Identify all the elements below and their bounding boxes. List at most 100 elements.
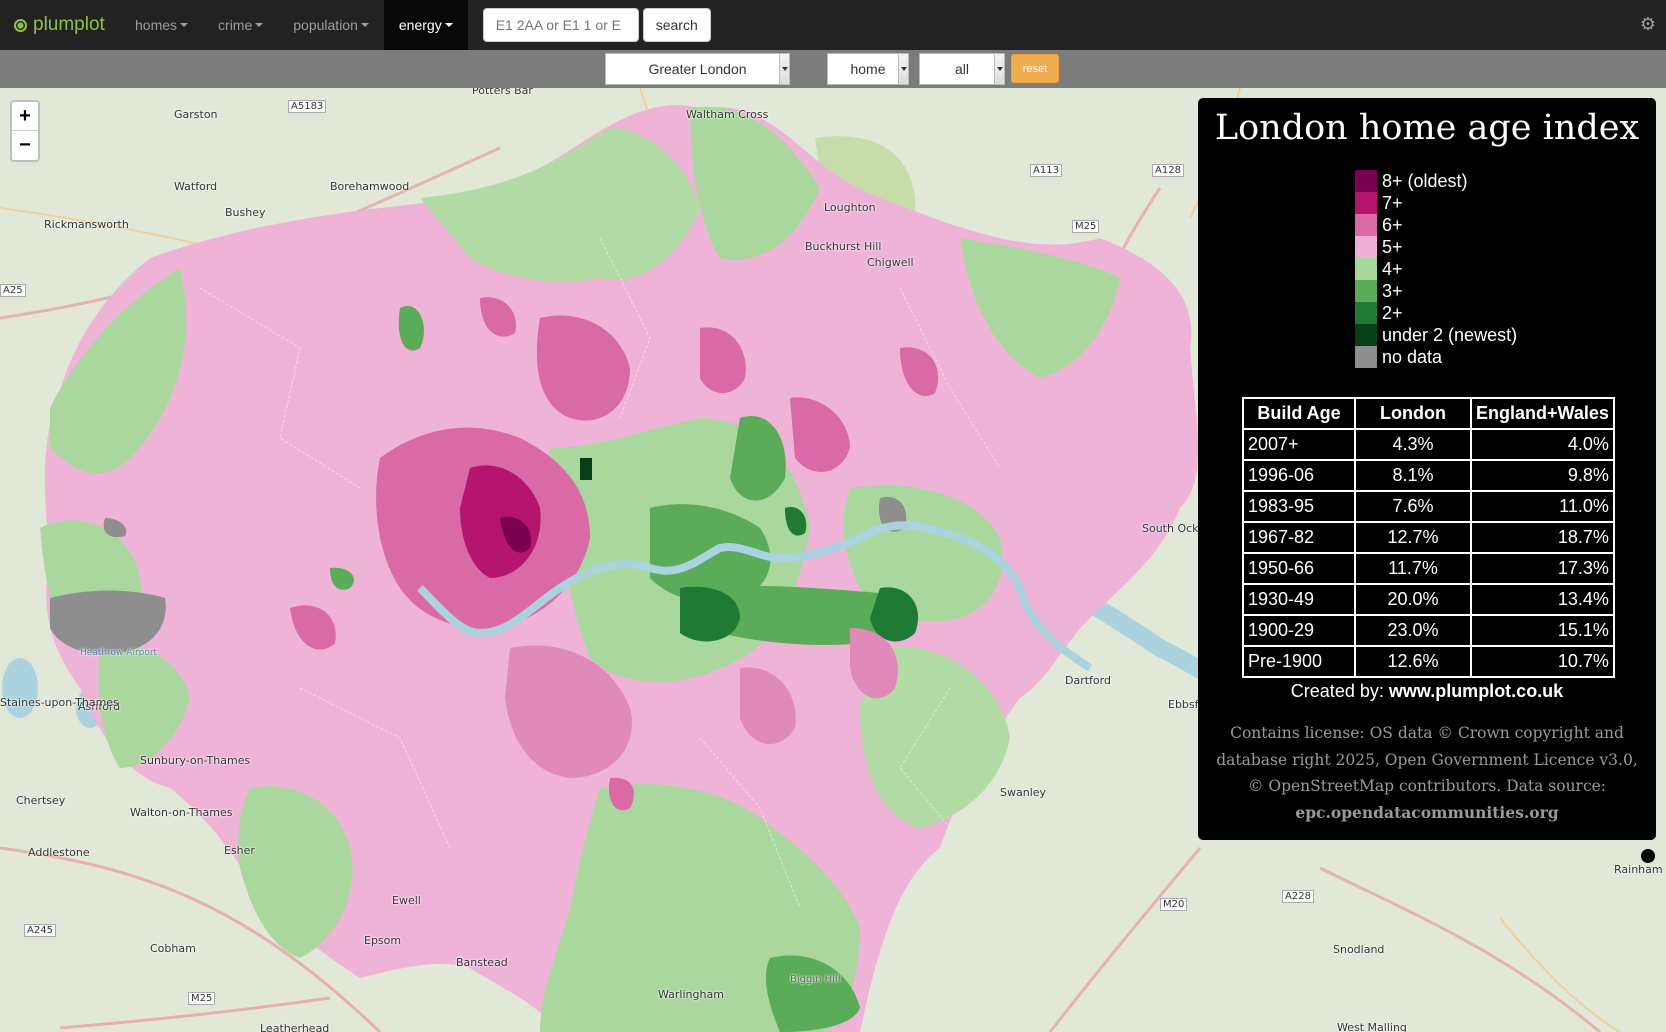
filter-select[interactable]: all	[919, 53, 1005, 85]
legend-item: 3+	[1355, 280, 1517, 302]
credit-site-link[interactable]: www.plumplot.co.uk	[1389, 681, 1563, 701]
place-label: Heathrow Airport	[80, 648, 158, 658]
table-cell: 7.6%	[1354, 490, 1472, 523]
table-row: 1950-66 11.7% 17.3%	[1242, 552, 1615, 585]
table-cell: 1900-29	[1242, 614, 1356, 647]
table-cell: 10.7%	[1470, 645, 1615, 678]
table-cell: 18.7%	[1470, 521, 1615, 554]
info-panel: London home age index 8+ (oldest) 7+ 6+ …	[1198, 98, 1656, 840]
road-label: A5183	[288, 100, 327, 113]
road-label: A128	[1152, 164, 1184, 177]
legend-swatch	[1355, 324, 1377, 346]
road-label: A25	[0, 284, 26, 297]
place-label: Banstead	[456, 956, 508, 969]
place-label: Waltham Cross	[686, 108, 769, 121]
data-source-link[interactable]: epc.opendatacommunities.org	[1295, 803, 1558, 822]
chevron-down-icon	[779, 54, 789, 84]
license-body: Contains license: OS data © Crown copyri…	[1216, 724, 1638, 795]
plum-logo-icon	[14, 18, 27, 32]
zoom-in-button[interactable]: +	[12, 102, 38, 131]
table-row: 1983-95 7.6% 11.0%	[1242, 490, 1615, 523]
legend-item: 6+	[1355, 214, 1517, 236]
build-age-table: Build Age London England+Wales 2007+ 4.3%…	[1242, 397, 1615, 678]
place-label: Loughton	[824, 201, 876, 214]
legend-label: 2+	[1382, 302, 1403, 323]
place-label: Borehamwood	[330, 180, 410, 193]
postcode-search-input[interactable]	[482, 8, 639, 42]
table-cell: 12.6%	[1354, 645, 1472, 678]
legend-item: 7+	[1355, 192, 1517, 214]
zoom-out-button[interactable]: −	[12, 131, 38, 160]
place-label: Snodland	[1333, 943, 1385, 956]
legend-item: 8+ (oldest)	[1355, 170, 1517, 192]
map-marker[interactable]	[1641, 849, 1655, 863]
region-select-value: Greater London	[648, 61, 747, 77]
road-label: A245	[24, 924, 56, 937]
table-cell: 1983-95	[1242, 490, 1356, 523]
license-text: Contains license: OS data © Crown copyri…	[1212, 720, 1642, 826]
legend-label: 7+	[1382, 192, 1403, 213]
place-label: Staines-upon-Thames	[0, 696, 119, 709]
legend-swatch	[1355, 170, 1377, 192]
column-header: England+Wales	[1470, 397, 1615, 430]
table-cell: 2007+	[1242, 428, 1356, 461]
road-label: M25	[188, 992, 216, 1005]
nav-menu-crime[interactable]: crime	[203, 0, 278, 50]
legend-label: no data	[1382, 346, 1443, 367]
table-row: 1996-06 8.1% 9.8%	[1242, 459, 1615, 492]
place-label: Cobham	[150, 942, 196, 955]
table-cell: 15.1%	[1470, 614, 1615, 647]
legend-item: 2+	[1355, 302, 1517, 324]
place-label: Addlestone	[28, 846, 90, 859]
table-cell: 23.0%	[1354, 614, 1472, 647]
table-row: 1967-82 12.7% 18.7%	[1242, 521, 1615, 554]
region-select[interactable]: Greater London	[605, 53, 790, 85]
place-label: Walton-on-Thames	[130, 806, 233, 819]
zoom-control: + −	[10, 100, 40, 162]
place-label: Bushey	[225, 206, 266, 219]
search-button[interactable]: search	[642, 8, 711, 42]
table-cell: 17.3%	[1470, 552, 1615, 585]
road-label: A113	[1030, 164, 1062, 177]
legend-swatch	[1355, 214, 1377, 236]
nav-menu-population[interactable]: population	[278, 0, 384, 50]
place-label: Rickmansworth	[44, 218, 129, 231]
nav-menu-energy[interactable]: energy	[383, 0, 468, 50]
table-cell: 20.0%	[1354, 583, 1472, 616]
table-cell: 4.0%	[1470, 428, 1615, 461]
place-label: Buckhurst Hill	[805, 240, 882, 253]
place-label: Esher	[224, 844, 255, 857]
brand-name: plumplot	[33, 14, 105, 35]
caret-down-icon	[255, 23, 264, 27]
chevron-down-icon	[994, 54, 1004, 84]
brand-logo[interactable]: plumplot	[0, 0, 120, 50]
place-label: Watford	[174, 180, 218, 193]
place-label: Biggin Hill	[790, 974, 841, 985]
caret-down-icon	[444, 23, 453, 27]
legend-swatch	[1355, 236, 1377, 258]
legend-swatch	[1355, 280, 1377, 302]
legend-swatch	[1355, 192, 1377, 214]
place-label: Dartford	[1065, 674, 1111, 687]
table-cell: 11.7%	[1354, 552, 1472, 585]
filter-toolbar: Greater London home all	[0, 50, 1666, 88]
legend-label: under 2 (newest)	[1382, 324, 1518, 345]
table-cell: Pre-1900	[1242, 645, 1356, 678]
reset-button[interactable]: reset	[1011, 54, 1059, 83]
legend-swatch	[1355, 258, 1377, 280]
table-row: 2007+ 4.3% 4.0%	[1242, 428, 1615, 461]
table-cell: 1950-66	[1242, 552, 1356, 585]
legend-label: 5+	[1382, 236, 1403, 257]
filter-select-value: all	[954, 61, 969, 77]
type-select[interactable]: home	[827, 53, 909, 85]
table-cell: 11.0%	[1470, 490, 1615, 523]
place-label: Rainham	[1614, 863, 1663, 876]
table-cell: 1996-06	[1242, 459, 1356, 492]
type-select-value: home	[850, 61, 886, 77]
table-header-row: Build Age London England+Wales	[1242, 397, 1615, 430]
gear-icon[interactable]: ⚙	[1640, 14, 1656, 35]
table-row: 1930-49 20.0% 13.4%	[1242, 583, 1615, 616]
table-row: Pre-1900 12.6% 10.7%	[1242, 645, 1615, 678]
chevron-down-icon	[898, 54, 908, 84]
nav-menu-homes[interactable]: homes	[120, 0, 203, 50]
